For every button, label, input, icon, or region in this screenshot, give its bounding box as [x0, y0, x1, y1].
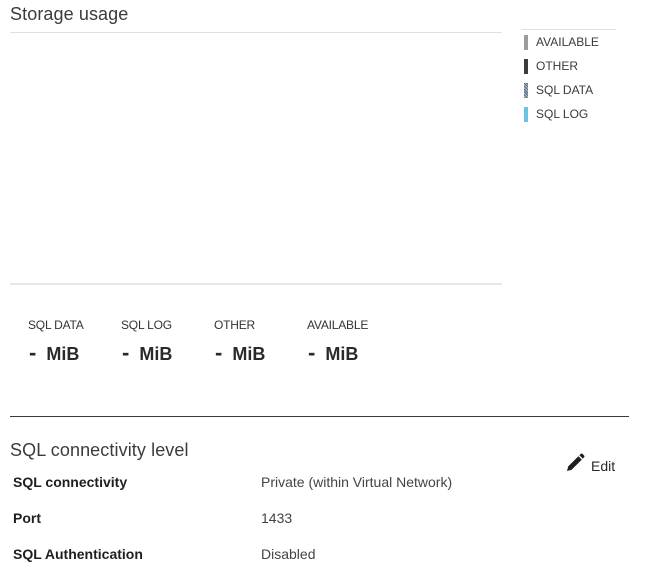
section-divider [10, 416, 629, 417]
storage-chart-area [10, 33, 502, 283]
stat-value: - MiB [214, 342, 304, 365]
stat-label: SQL DATA [28, 318, 84, 332]
stat-label: SQL LOG [121, 318, 172, 332]
sql-connectivity-title: SQL connectivity level [10, 440, 189, 460]
chart-legend: AVAILABLE OTHER SQL DATA SQL LOG [521, 29, 616, 126]
legend-item-sql-data: SQL DATA [521, 78, 616, 102]
property-key: SQL Authentication [13, 546, 143, 562]
stat-label: AVAILABLE [307, 318, 369, 332]
legend-item-other: OTHER [521, 54, 616, 78]
stat-unit: MiB [46, 344, 80, 364]
property-value: Private (within Virtual Network) [261, 474, 453, 490]
legend-swatch-sql-data [524, 82, 528, 98]
legend-label: AVAILABLE [536, 35, 599, 49]
property-row-port: Port 1433 [13, 510, 613, 530]
property-key: Port [13, 510, 41, 526]
legend-item-sql-log: SQL LOG [521, 102, 616, 126]
stat-unit: MiB [139, 344, 173, 364]
legend-label: SQL LOG [536, 107, 589, 121]
stat-unit: MiB [232, 344, 266, 364]
stat-sql-data: SQL DATA - MiB [28, 318, 118, 365]
storage-usage-title: Storage usage [10, 4, 129, 24]
stat-value: - MiB [121, 342, 211, 365]
stat-other: OTHER - MiB [214, 318, 304, 365]
stat-available: AVAILABLE - MiB [307, 318, 397, 365]
property-key: SQL connectivity [13, 474, 128, 490]
stat-number: - [308, 340, 316, 365]
stat-number: - [122, 340, 130, 365]
property-value: Disabled [261, 546, 316, 562]
property-row-sql-authentication: SQL Authentication Disabled [13, 546, 613, 566]
property-value: 1433 [261, 510, 293, 526]
stat-value: - MiB [28, 342, 118, 365]
edit-label: Edit [591, 457, 616, 474]
legend-item-available: AVAILABLE [521, 30, 616, 54]
stat-sql-log: SQL LOG - MiB [121, 318, 211, 365]
legend-label: SQL DATA [536, 83, 594, 97]
legend-swatch-other [524, 58, 528, 74]
stat-number: - [29, 340, 37, 365]
legend-label: OTHER [536, 59, 578, 73]
legend-swatch-available [524, 34, 528, 50]
legend-swatch-sql-log [524, 106, 528, 122]
stat-number: - [215, 340, 223, 365]
chart-baseline [10, 283, 502, 285]
stat-value: - MiB [307, 342, 397, 365]
stat-label: OTHER [214, 318, 256, 332]
stat-unit: MiB [325, 344, 359, 364]
property-row-sql-connectivity: SQL connectivity Private (within Virtual… [13, 474, 613, 494]
